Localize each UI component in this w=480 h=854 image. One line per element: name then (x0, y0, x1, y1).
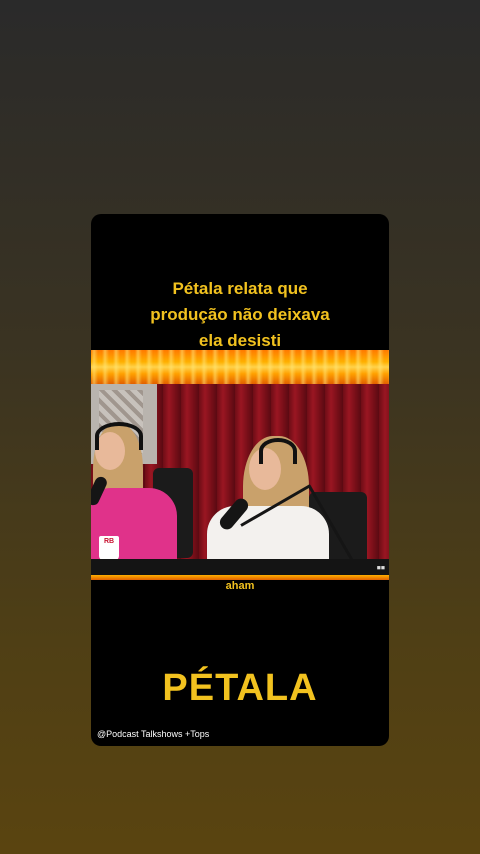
headphones-icon (95, 422, 143, 450)
headline: Pétala relata que produção não deixava e… (91, 276, 389, 354)
corner-logo: ◼◼ (376, 565, 385, 571)
headline-line-2: produção não deixava (150, 305, 330, 324)
mug-icon: RB (99, 536, 119, 560)
headphones-icon (259, 438, 297, 464)
desk (91, 559, 389, 575)
fire-banner (91, 350, 389, 384)
channel-handle[interactable]: @Podcast Talkshows +Tops (97, 728, 209, 740)
story-card[interactable]: Pétala relata que produção não deixava e… (91, 214, 389, 746)
video-caption: aham (225, 580, 255, 592)
name-title: PÉTALA (162, 667, 318, 709)
headline-line-1: Pétala relata que (172, 279, 308, 298)
video-frame[interactable]: RB ◼◼ (91, 384, 389, 575)
